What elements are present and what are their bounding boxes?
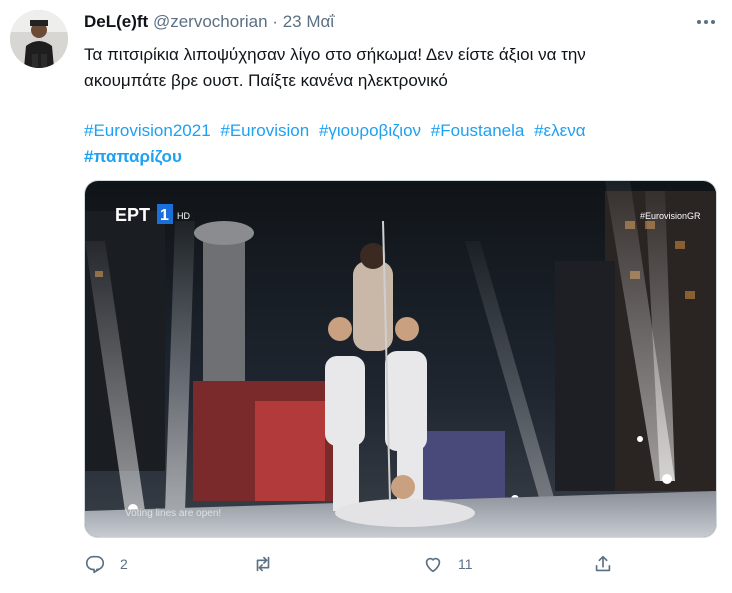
more-icon	[697, 20, 715, 24]
corner-tag: #EurovisionGR	[640, 211, 701, 221]
tweet-date[interactable]: 23 Μαΐ	[283, 12, 334, 31]
hashtags: #Eurovision2021 #Eurovision #γιουροβιζιο…	[84, 118, 704, 170]
user-handle[interactable]: @zervochorian	[153, 12, 268, 31]
channel-number: 1	[160, 207, 169, 224]
avatar-image	[10, 10, 68, 68]
avatar[interactable]	[10, 10, 68, 68]
reply-count: 2	[120, 556, 128, 572]
tweet-media[interactable]: ΕΡΤ 1 HD #EurovisionGR Voting lines are …	[84, 180, 717, 538]
separator-dot: ·	[272, 12, 278, 31]
tweet-text-line: ακουμπάτε βρε ουστ. Παίξτε κανένα ηλεκτρ…	[84, 71, 448, 90]
media-caption: Voting lines are open!	[125, 508, 221, 519]
tweet-text-line: Τα πιτσιρίκια λιποψύχησαν λίγο στο σήκωμ…	[84, 45, 586, 64]
share-button[interactable]	[592, 552, 614, 576]
display-name[interactable]: DeL(e)ft	[84, 12, 148, 31]
like-button[interactable]: 11	[422, 552, 473, 576]
tweet-actions: 2 11	[84, 552, 624, 578]
reply-icon	[85, 555, 105, 574]
media-image: ΕΡΤ 1 HD #EurovisionGR Voting lines are …	[85, 181, 716, 537]
hashtag-link[interactable]: #Foustanela	[431, 121, 525, 140]
retweet-icon	[256, 556, 270, 572]
hashtag-link[interactable]: #γιουροβιζιον	[319, 121, 421, 140]
share-icon	[595, 555, 611, 572]
hashtag-link-bold[interactable]: #παπαρίζου	[84, 147, 182, 166]
hashtag-link[interactable]: #Eurovision2021	[84, 121, 211, 140]
channel-hd: HD	[177, 211, 190, 221]
channel-logo: ΕΡΤ	[115, 205, 150, 225]
hashtag-link[interactable]: #ελενα	[534, 121, 585, 140]
retweet-button[interactable]	[252, 552, 288, 576]
hashtag-link[interactable]: #Eurovision	[220, 121, 309, 140]
tweet-text: Τα πιτσιρίκια λιποψύχησαν λίγο στο σήκωμ…	[84, 42, 704, 94]
like-count: 11	[458, 556, 473, 572]
more-options-button[interactable]	[694, 12, 718, 32]
tweet-header: DeL(e)ft @zervochorian · 23 Μαΐ	[84, 12, 334, 32]
reply-button[interactable]: 2	[84, 552, 128, 576]
heart-icon	[425, 557, 441, 573]
